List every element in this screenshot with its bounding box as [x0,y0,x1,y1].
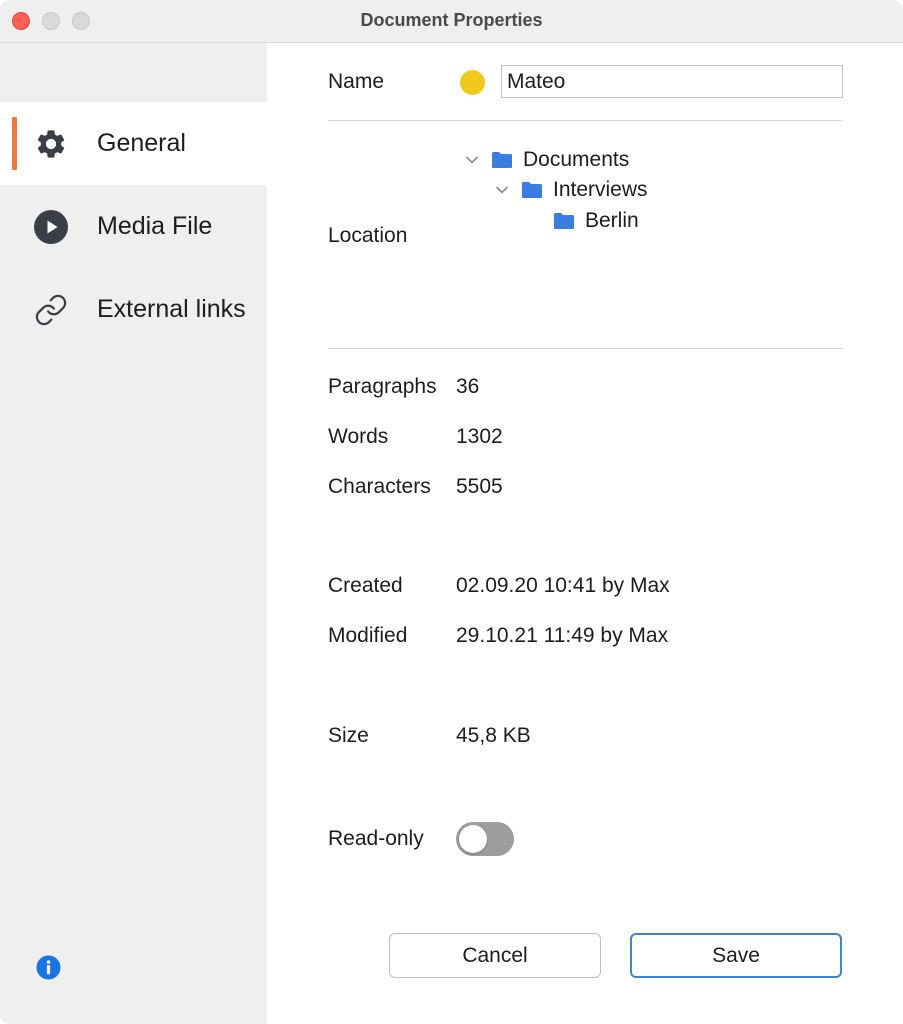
characters-label: Characters [328,475,431,498]
tree-item-label: Interviews [553,178,648,201]
folder-icon [491,151,513,169]
modified-label: Modified [328,624,408,647]
words-label: Words [328,425,389,448]
save-button[interactable]: Save [630,933,842,978]
created-label: Created [328,574,403,597]
created-value: 02.09.20 10:41 by Max [456,574,670,597]
toggle-knob [459,825,487,853]
folder-icon [521,181,543,199]
tree-item-documents[interactable]: Documents [463,146,629,174]
tree-item-berlin[interactable]: Berlin [553,207,639,235]
paragraphs-label: Paragraphs [328,375,437,398]
chevron-down-icon[interactable] [463,151,481,169]
tree-item-interviews[interactable]: Interviews [493,176,648,204]
document-properties-window: Document Properties General Media File E… [0,0,903,1024]
sidebar-item-label: Media File [97,212,213,240]
document-color-dot[interactable] [460,70,485,95]
location-label: Location [328,224,408,247]
chevron-down-icon[interactable] [493,181,511,199]
sidebar-item-media-file[interactable]: Media File [0,185,267,268]
characters-value: 5505 [456,475,503,498]
window-title: Document Properties [360,10,543,30]
size-label: Size [328,724,369,747]
general-panel: Name Location Documents [267,43,903,1024]
words-value: 1302 [456,425,503,448]
divider [328,120,843,121]
sidebar-item-general[interactable]: General [0,102,267,185]
name-label: Name [328,70,385,93]
sidebar-item-label: External links [97,295,246,323]
title-bar: Document Properties [0,0,903,43]
cancel-button[interactable]: Cancel [389,933,601,978]
link-icon [33,292,69,328]
modified-value: 29.10.21 11:49 by Max [456,624,669,647]
name-input[interactable] [501,65,843,98]
readonly-toggle[interactable] [456,822,514,856]
sidebar-item-label: General [97,129,186,157]
size-value: 45,8 KB [456,724,531,747]
sidebar-item-external-links[interactable]: External links [0,268,267,351]
paragraphs-value: 36 [456,375,480,398]
divider [328,348,843,349]
readonly-label: Read-only [328,827,424,850]
sidebar: General Media File External links [0,43,267,1024]
tree-item-label: Berlin [585,209,639,232]
gear-icon [33,126,69,162]
tree-item-label: Documents [523,148,630,171]
info-icon[interactable] [36,955,61,980]
folder-icon [553,212,575,230]
play-circle-icon [33,209,69,245]
